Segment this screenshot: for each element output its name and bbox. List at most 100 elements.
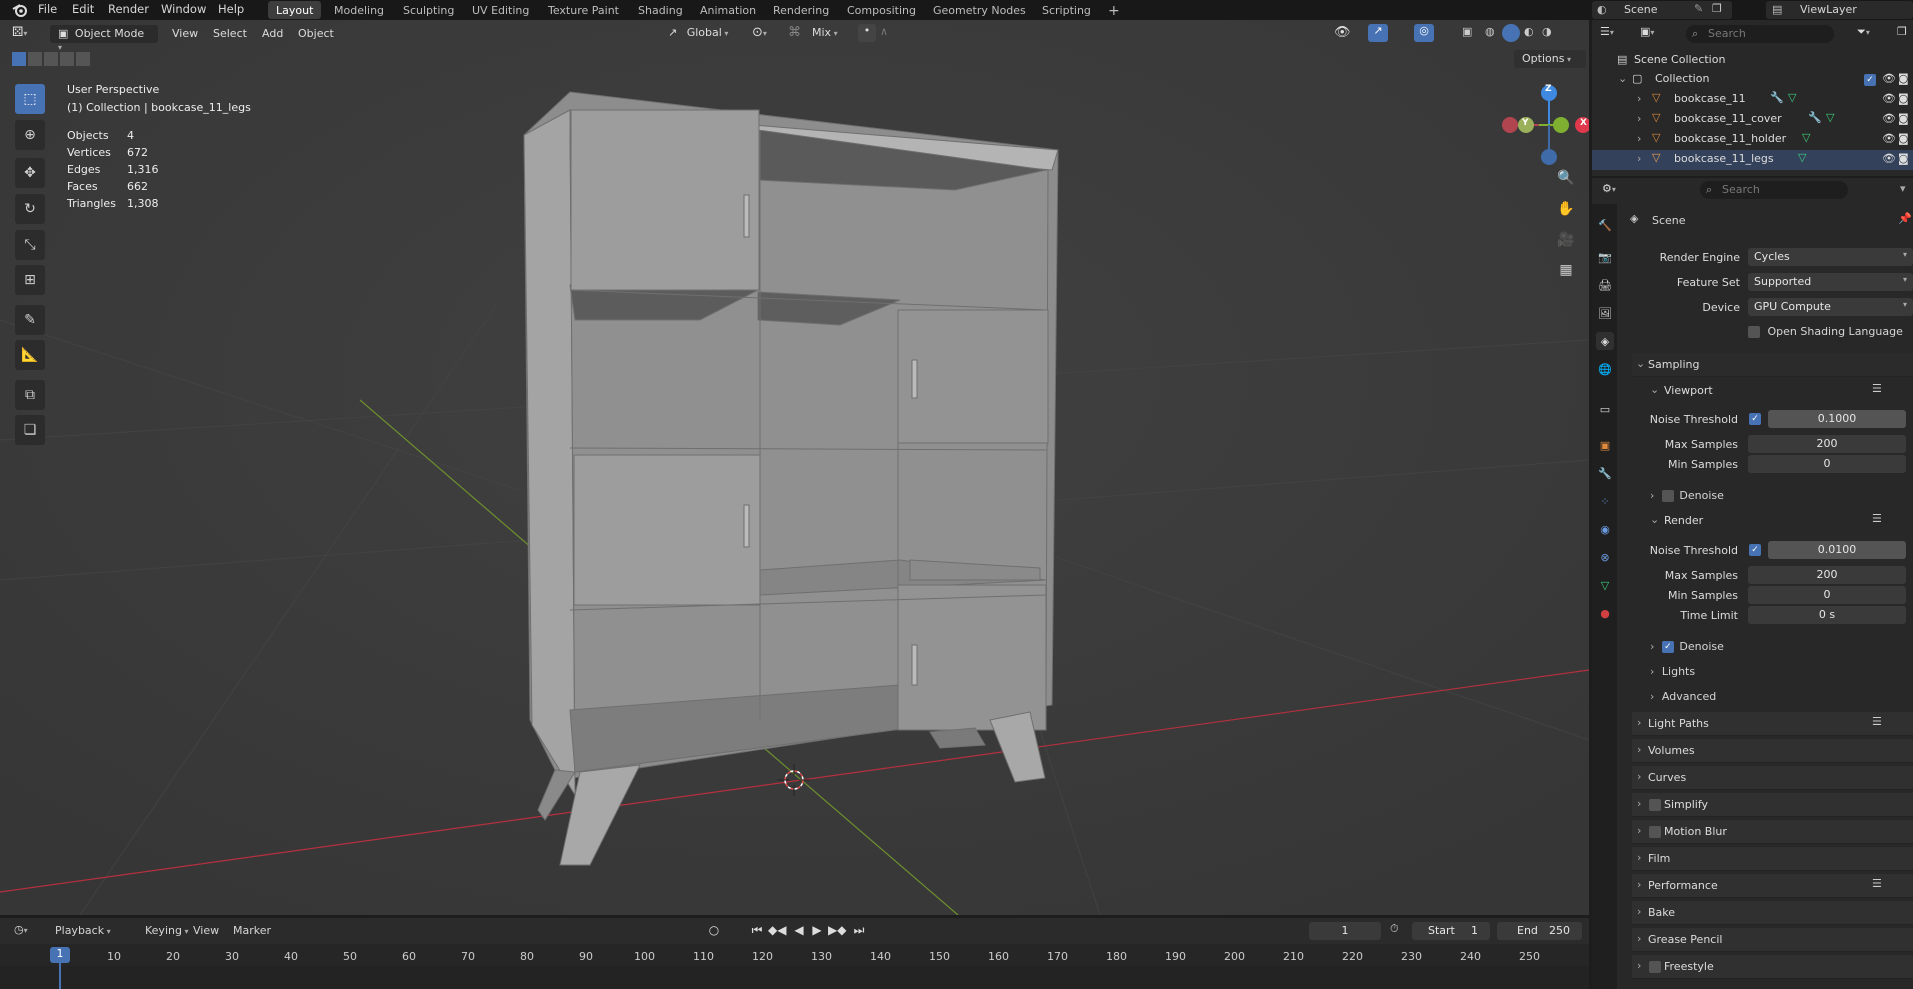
particles-tab-icon[interactable]: ⁘ — [1596, 492, 1614, 510]
proportional-edit-icon[interactable]: • — [858, 24, 876, 42]
shading-rendered-icon[interactable]: ◑ — [1542, 25, 1552, 38]
select-new-icon[interactable] — [12, 52, 26, 66]
osl-checkbox[interactable] — [1748, 326, 1760, 338]
cursor-tool[interactable]: ⊕ — [15, 120, 45, 150]
viewport-max-samples-field[interactable]: 200 — [1748, 435, 1906, 453]
gizmo-z-label[interactable]: Z — [1545, 84, 1552, 94]
collection-expand-icon[interactable]: ⌄ — [1618, 72, 1627, 85]
grease-pencil-panel[interactable]: › Grease Pencil — [1632, 928, 1913, 952]
eye-icon[interactable]: 👁 — [1882, 72, 1896, 85]
camera-view-icon[interactable]: 🎥 — [1554, 228, 1578, 252]
presets-list-icon[interactable]: ☰ — [1872, 382, 1882, 395]
zoom-icon[interactable]: 🔍 — [1554, 166, 1578, 190]
timeline-menu-keying[interactable]: Keying ▾ — [145, 924, 189, 937]
pan-hand-icon[interactable]: ✋ — [1554, 197, 1578, 221]
scene-tab-icon[interactable]: ◈ — [1596, 332, 1614, 350]
gizmo-y-label[interactable]: Y — [1522, 118, 1529, 128]
eye-icon[interactable]: 👁 — [1882, 92, 1896, 105]
presets-list-icon[interactable]: ☰ — [1872, 877, 1882, 890]
jump-start-icon[interactable]: ⏮ — [748, 923, 766, 941]
viewport-min-samples-field[interactable]: 0 — [1748, 455, 1906, 473]
add-object-tool[interactable]: ❏ — [15, 415, 45, 445]
blender-logo-icon[interactable] — [12, 2, 28, 18]
eye-icon[interactable]: 👁 — [1882, 112, 1896, 125]
performance-panel[interactable]: › Performance ☰ — [1632, 874, 1913, 898]
timeline-menu-view[interactable]: View — [193, 924, 219, 937]
workspace-tab-texture-paint[interactable]: Texture Paint — [540, 1, 627, 19]
gizmo-toggle-icon[interactable]: ↗ — [1368, 24, 1388, 42]
measure-tool[interactable]: 📐 — [15, 340, 45, 370]
pin-icon[interactable]: ✎ — [1694, 2, 1703, 15]
properties-editor-icon[interactable]: ⚙▾ — [1602, 182, 1616, 195]
eye-icon[interactable]: 👁 — [1882, 152, 1896, 165]
object-mode-dropdown[interactable]: ▣ Object Mode ▾ — [50, 25, 158, 52]
snap-icon[interactable]: ⌘ — [788, 25, 801, 40]
viewport-subpanel-header[interactable]: ⌄ Viewport ☰ — [1632, 380, 1913, 402]
freestyle-checkbox[interactable] — [1649, 961, 1661, 973]
presets-list-icon[interactable]: ☰ — [1872, 715, 1882, 728]
new-scene-icon[interactable]: ❐ — [1712, 2, 1722, 15]
render-noise-threshold-checkbox[interactable]: ✓ — [1749, 544, 1761, 556]
timeline-menu-playback[interactable]: Playback ▾ — [55, 924, 111, 937]
world-tab-icon[interactable]: 🌐 — [1596, 360, 1614, 378]
time-limit-field[interactable]: 0 s — [1748, 606, 1906, 624]
pivot-icon[interactable]: ⊙▾ — [752, 25, 767, 40]
advanced-subpanel[interactable]: › Advanced — [1650, 690, 1716, 703]
camera-render-icon[interactable]: ◙ — [1898, 92, 1909, 105]
device-dropdown[interactable]: GPU Compute ▾ — [1748, 298, 1913, 316]
shading-solid-icon[interactable] — [1502, 24, 1520, 42]
timeline-editor-icon[interactable]: ◷▾ — [14, 923, 28, 936]
outliner-search-field[interactable]: ⌕ Search — [1686, 25, 1834, 43]
select-mode-icons[interactable] — [12, 52, 106, 68]
shading-wireframe-icon[interactable]: ◍ — [1485, 25, 1495, 38]
workspace-tab-compositing[interactable]: Compositing — [839, 1, 924, 19]
select-subtract-icon[interactable] — [44, 52, 58, 66]
render-max-samples-field[interactable]: 200 — [1748, 566, 1906, 584]
workspace-tab-rendering[interactable]: Rendering — [765, 1, 837, 19]
scene-selector[interactable]: ◐ Scene ✎ ❐ — [1592, 1, 1732, 19]
stopwatch-icon[interactable]: ⏱ — [1390, 922, 1399, 936]
outliner-scene-collection[interactable]: ▤ Scene Collection — [1592, 51, 1913, 71]
play-reverse-icon[interactable]: ◀ — [790, 923, 808, 941]
add-cube-tool[interactable]: ⧉ — [15, 380, 45, 410]
viewport-denoise-checkbox[interactable] — [1661, 490, 1674, 502]
camera-render-icon[interactable]: ◙ — [1898, 72, 1909, 85]
scale-tool[interactable]: ⤡ — [15, 230, 45, 260]
properties-options-icon[interactable]: ▾ — [1900, 182, 1906, 195]
simplify-panel[interactable]: › Simplify — [1632, 793, 1913, 817]
next-keyframe-icon[interactable]: ▶◆ — [828, 923, 846, 941]
menu-window[interactable]: Window — [161, 2, 206, 16]
outliner-display-icon[interactable]: ▣▾ — [1640, 25, 1654, 38]
bake-panel[interactable]: › Bake — [1632, 901, 1913, 925]
film-panel[interactable]: › Film — [1632, 847, 1913, 871]
render-noise-threshold-field[interactable]: 0.0100 — [1768, 541, 1906, 559]
add-workspace-button[interactable]: + — [1100, 0, 1128, 19]
outliner-item-bookcase-11[interactable]: › ▽ bookcase_11 🔧 ▽ 👁 ◙ — [1592, 90, 1913, 110]
simplify-checkbox[interactable] — [1649, 799, 1661, 811]
render-engine-dropdown[interactable]: Cycles ▾ — [1748, 248, 1913, 266]
render-subpanel-header[interactable]: ⌄ Render ☰ — [1632, 510, 1913, 532]
shading-material-icon[interactable]: ◐ — [1524, 25, 1534, 38]
context-pin-icon[interactable]: 📌 — [1898, 212, 1912, 225]
eye-icon[interactable]: 👁 — [1882, 132, 1896, 145]
filter-icon[interactable]: ⏷▾ — [1857, 25, 1870, 39]
outliner-item-bookcase-11-holder[interactable]: › ▽ bookcase_11_holder ▽ 👁 ◙ — [1592, 130, 1913, 150]
viewlayer-selector[interactable]: ▤ ViewLayer — [1766, 1, 1913, 19]
feature-set-dropdown[interactable]: Supported ▾ — [1748, 273, 1913, 291]
editor-type-icon[interactable]: ⚄▾ — [12, 25, 38, 43]
select-invert-icon[interactable] — [60, 52, 74, 66]
3d-viewport[interactable] — [0, 20, 1589, 915]
end-frame-field[interactable]: End 250 — [1497, 922, 1582, 940]
select-extend-icon[interactable] — [28, 52, 42, 66]
camera-render-icon[interactable]: ◙ — [1898, 152, 1909, 165]
lights-subpanel[interactable]: › Lights — [1650, 665, 1695, 678]
perspective-toggle-icon[interactable]: ▦ — [1554, 258, 1578, 282]
curves-panel[interactable]: › Curves — [1632, 766, 1913, 790]
menu-edit[interactable]: Edit — [72, 2, 94, 16]
volumes-panel[interactable]: › Volumes — [1632, 739, 1913, 763]
visibility-icon[interactable]: 👁 — [1334, 25, 1351, 40]
viewport-denoise-subpanel[interactable]: › Denoise — [1650, 489, 1724, 502]
play-icon[interactable]: ▶ — [808, 923, 826, 941]
workspace-tab-layout[interactable]: Layout — [268, 1, 322, 19]
presets-list-icon[interactable]: ☰ — [1872, 512, 1882, 525]
